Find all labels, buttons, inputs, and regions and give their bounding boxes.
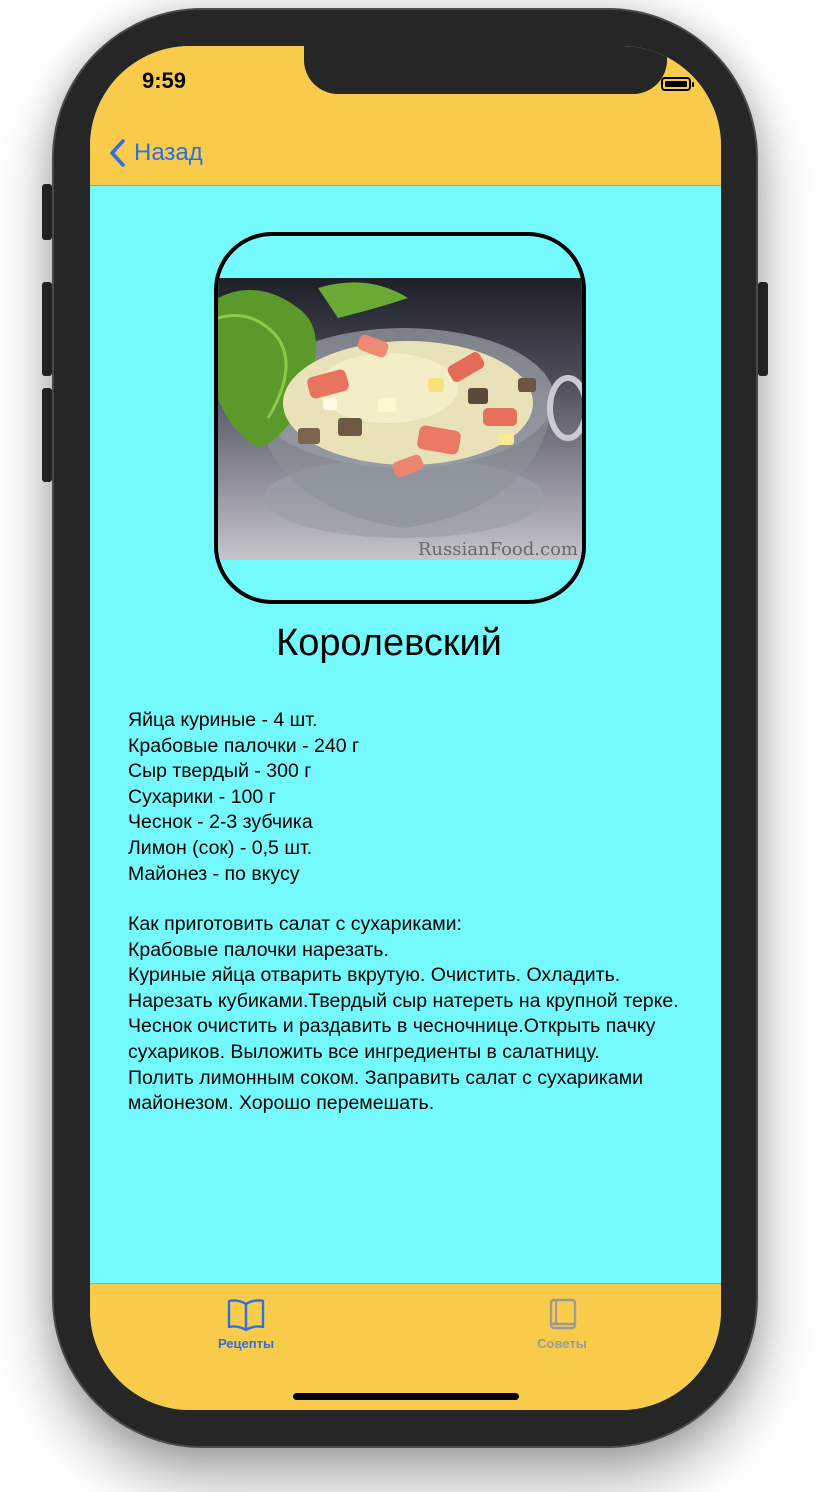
chevron-left-icon xyxy=(110,139,125,167)
recipe-photo: RussianFood.com xyxy=(218,278,582,560)
volume-up-button xyxy=(42,282,52,376)
ingredient-item: Сухарики - 100 г xyxy=(128,785,276,808)
back-label: Назад xyxy=(134,139,203,166)
book-closed-icon xyxy=(549,1298,577,1330)
book-open-icon xyxy=(227,1299,265,1332)
instruction-step: Полить лимонным соком. Заправить салат с… xyxy=(128,1066,644,1115)
instruction-step: Крабовые палочки нарезать. xyxy=(128,938,389,961)
instruction-step: Чеснок очистить и раздавить в чесночнице… xyxy=(128,1015,656,1063)
instruction-heading: Как приготовить салат с сухариками: xyxy=(128,913,462,935)
ingredients-list: Яйца куриные - 4 шт. Крабовые палочки - … xyxy=(128,708,698,887)
recipe-title: Королевский xyxy=(276,622,502,664)
silent-switch xyxy=(42,184,52,240)
camera-notch xyxy=(304,46,667,94)
ingredient-item: Лимон (сок) - 0,5 шт. xyxy=(128,836,313,859)
tab-recipes[interactable]: Рецепты xyxy=(186,1298,306,1351)
battery-icon xyxy=(661,77,694,91)
recipe-content[interactable]: RussianFood.com Королевский Яйца куриные… xyxy=(90,186,721,1283)
app-screenshot: 9:59 ..... Назад xyxy=(0,0,836,1492)
back-button[interactable]: Назад xyxy=(108,138,203,168)
power-button xyxy=(758,282,768,376)
ingredient-item: Сыр твердый - 300 г xyxy=(128,760,312,783)
instruction-step: Куриные яйца отварить вкрутую. Очистить.… xyxy=(128,964,679,1012)
tab-recipes-label: Рецепты xyxy=(217,1336,275,1351)
tab-tips[interactable]: Советы xyxy=(502,1298,622,1351)
ingredient-item: Майонез - по вкусу xyxy=(128,862,300,885)
salad-illustration xyxy=(218,282,582,538)
navigation-bar: Назад xyxy=(90,126,721,186)
home-indicator[interactable] xyxy=(293,1393,519,1400)
ingredient-item: Чеснок - 2-3 зубчика xyxy=(128,811,313,834)
tab-bar: Рецепты Советы xyxy=(90,1283,721,1410)
recipe-photo-frame: RussianFood.com xyxy=(214,232,586,604)
ingredient-item: Яйца куриные - 4 шт. xyxy=(128,709,318,731)
tab-tips-label: Советы xyxy=(537,1336,587,1351)
photo-watermark: RussianFood.com xyxy=(417,539,578,560)
ingredient-item: Крабовые палочки - 240 г xyxy=(128,734,360,757)
phone-screen: 9:59 ..... Назад xyxy=(90,46,721,1410)
volume-down-button xyxy=(42,388,52,482)
cooking-instructions: Как приготовить салат с сухариками: Краб… xyxy=(128,912,708,1117)
status-time: 9:59 xyxy=(142,68,187,93)
